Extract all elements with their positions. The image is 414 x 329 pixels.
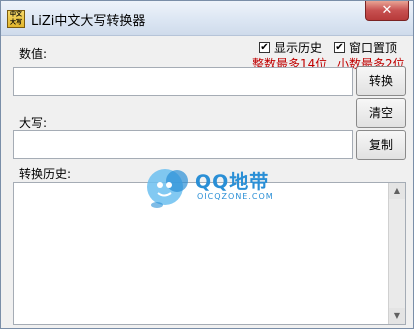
copy-button[interactable]: 复制 [356, 130, 406, 160]
uppercase-label: 大写: [19, 116, 48, 130]
scroll-up-icon[interactable]: ▲ [389, 183, 405, 199]
history-label: 转换历史: [19, 167, 72, 181]
checkmark-icon: ✔ [334, 42, 345, 53]
qq-penguin-icon [147, 169, 188, 208]
uppercase-output[interactable] [13, 130, 353, 159]
show-history-label: 显示历史 [274, 41, 323, 55]
watermark-title: QQ地带 [195, 171, 270, 193]
convert-button[interactable]: 转换 [356, 66, 406, 96]
numeric-input[interactable] [13, 67, 353, 96]
app-icon: 中文大写 [7, 10, 25, 28]
numeric-label: 数值: [19, 47, 48, 61]
scroll-down-icon[interactable]: ▼ [389, 308, 405, 324]
watermark-subtitle: OICQZONE.COM [197, 192, 274, 201]
checkmark-icon: ✔ [259, 42, 270, 53]
close-button[interactable]: ✕ [365, 1, 409, 21]
window-on-top-label: 窗口置顶 [349, 41, 398, 55]
clear-button[interactable]: 清空 [356, 98, 406, 128]
show-history-checkbox[interactable]: ✔ 显示历史 [259, 39, 322, 56]
watermark-logo: QQ地带 OICQZONE.COM [141, 161, 281, 213]
title-bar[interactable]: 中文大写 LiZi中文大写转换器 ✕ [1, 1, 413, 36]
history-scrollbar[interactable]: ▲ ▼ [388, 183, 405, 324]
window-title: LiZi中文大写转换器 [31, 14, 146, 29]
app-window: 中文大写 LiZi中文大写转换器 ✕ ✔ 显示历史 ✔ 窗口置顶 数值: 整数最… [0, 0, 414, 329]
window-on-top-checkbox[interactable]: ✔ 窗口置顶 [334, 39, 397, 56]
